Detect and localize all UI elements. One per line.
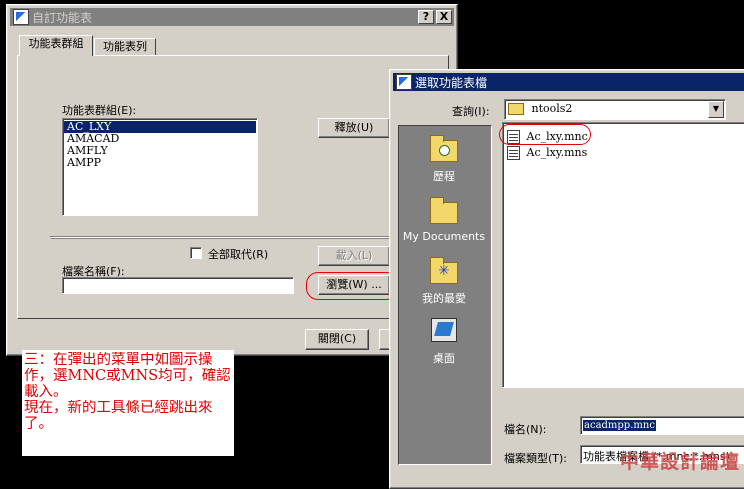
places-bar: 歷程 My Documents ✳ 我的最愛 桌面 — [398, 125, 492, 465]
tab-menu-groups-label: 功能表群組 — [28, 37, 84, 50]
file-icon — [507, 130, 520, 144]
list-item[interactable]: AMPP — [64, 157, 256, 169]
file-name: Ac_lxy.mnc — [526, 130, 588, 143]
customize-dialog-titlebar[interactable]: 自訂功能表 ? X — [10, 8, 454, 26]
folder-icon — [508, 103, 524, 115]
sidebar-item-history[interactable]: 歷程 — [399, 134, 489, 184]
replace-all-label: 全部取代(R) — [208, 248, 269, 261]
customize-dialog-title: 自訂功能表 — [32, 10, 93, 25]
app-icon — [13, 9, 29, 25]
chevron-down-icon[interactable]: ▼ — [708, 101, 724, 118]
sidebar-item-label: My Documents — [402, 230, 486, 243]
app-icon — [396, 74, 412, 90]
file-icon — [507, 146, 520, 160]
replace-all-checkbox[interactable] — [190, 247, 202, 259]
menu-groups-listbox[interactable]: AC_LXY AMACAD AMFLY AMPP — [62, 118, 258, 216]
select-file-title: 選取功能表檔 — [415, 75, 488, 90]
file-list[interactable]: Ac_lxy.mnc Ac_lxy.mns — [502, 122, 744, 388]
look-in-value: ntools2 — [531, 102, 573, 115]
close-icon[interactable]: X — [436, 10, 452, 24]
sidebar-item-label: 桌面 — [433, 352, 455, 365]
annotation-line: 作，選MNC或MNS均可，確認 — [24, 368, 231, 384]
look-in-label: 查詢(I): — [452, 105, 490, 118]
desktop-icon — [428, 316, 460, 346]
file-name-label: 檔名(N): — [504, 423, 547, 436]
unload-button[interactable]: 釋放(U) — [318, 118, 390, 138]
browse-button[interactable]: 瀏覽(W) ... — [318, 275, 390, 295]
sidebar-item-desktop[interactable]: 桌面 — [399, 316, 489, 366]
my-documents-icon — [428, 196, 460, 226]
tab-menu-bar-label: 功能表列 — [103, 40, 147, 53]
sidebar-item-label: 我的最愛 — [422, 292, 466, 305]
file-type-label: 檔案類型(T): — [504, 452, 568, 465]
annotation-line: 三：在彈出的菜單中如圖示操 — [24, 352, 213, 368]
select-file-titlebar[interactable]: 選取功能表檔 — [393, 73, 744, 91]
annotation-note: 三：在彈出的菜單中如圖示操 作，選MNC或MNS均可，確認 載入。 現在，新的工… — [22, 350, 234, 456]
annotation-line: 現在，新的工具條已經跳出來 — [24, 400, 213, 416]
annotation-line: 了。 — [24, 416, 53, 432]
file-name: Ac_lxy.mns — [526, 146, 588, 159]
sidebar-item-my-documents[interactable]: My Documents — [399, 196, 489, 243]
history-icon — [428, 134, 460, 164]
file-name-field[interactable]: acadmpp.mnc — [580, 416, 744, 435]
file-name-input[interactable] — [62, 277, 294, 294]
menu-groups-label: 功能表群組(E): — [62, 104, 137, 117]
close-dialog-button[interactable]: 關閉(C) — [305, 329, 369, 350]
load-button[interactable]: 載入(L) — [318, 246, 390, 266]
sidebar-item-label: 歷程 — [433, 170, 455, 183]
favorites-icon: ✳ — [428, 256, 460, 286]
select-menu-file-dialog: 選取功能表檔 查詢(I): ntools2 ▼ 歷程 My Documents … — [389, 69, 744, 489]
watermark: 中華設計論壇 — [619, 451, 740, 473]
sidebar-item-favorites[interactable]: ✳ 我的最愛 — [399, 256, 489, 306]
list-item[interactable]: Ac_lxy.mns — [507, 145, 587, 161]
tab-menu-bar[interactable]: 功能表列 — [94, 38, 156, 55]
help-button[interactable]: ? — [418, 10, 434, 24]
look-in-combo[interactable]: ntools2 ▼ — [504, 99, 726, 120]
list-item[interactable]: Ac_lxy.mnc — [507, 129, 588, 145]
tab-panel: 功能表群組(E): AC_LXY AMACAD AMFLY AMPP 釋放(U)… — [17, 55, 450, 319]
file-name-field-value: acadmpp.mnc — [583, 420, 656, 431]
tab-menu-groups[interactable]: 功能表群組 — [19, 35, 93, 56]
annotation-line: 載入。 — [24, 384, 68, 400]
